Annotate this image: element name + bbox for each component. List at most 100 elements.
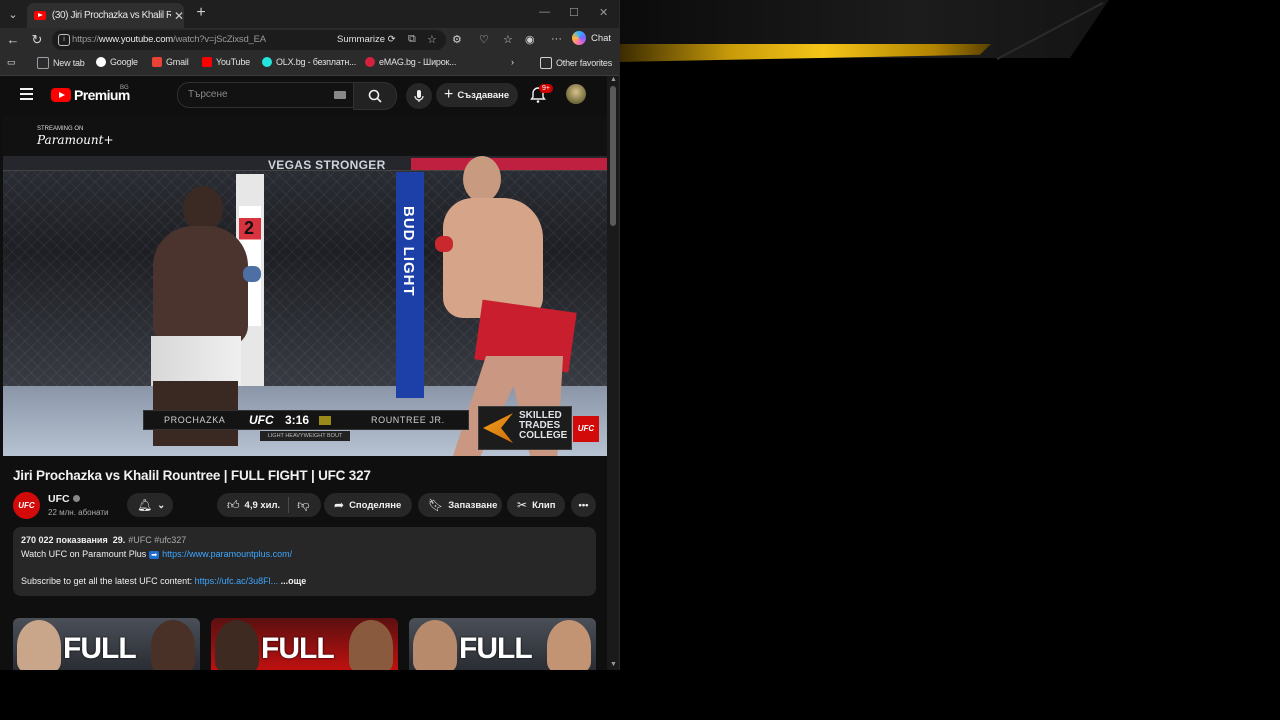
youtube-favicon-icon bbox=[34, 11, 46, 20]
subscription-bell-button[interactable]: 🔔︎ ⌄ bbox=[127, 493, 173, 517]
dislike-icon[interactable]: 👎︎ bbox=[297, 498, 309, 513]
show-more-button[interactable]: ...още bbox=[281, 576, 307, 586]
search-input[interactable]: Търсене bbox=[177, 82, 353, 108]
clip-button[interactable]: ✂ Клип bbox=[507, 493, 565, 517]
refresh-icon[interactable]: ↻ bbox=[29, 32, 45, 48]
favorite-star-icon[interactable]: ☆ bbox=[427, 33, 437, 46]
like-dislike-group: 👍︎ 4,9 хил. 👎︎ bbox=[217, 493, 321, 517]
bookmark-label: New tab bbox=[53, 58, 85, 68]
description-line: Subscribe to get all the latest UFC cont… bbox=[21, 576, 306, 586]
favorites-icon[interactable]: ☆ bbox=[503, 33, 513, 46]
channel-avatar[interactable]: UFC bbox=[13, 492, 40, 519]
search-button[interactable] bbox=[353, 82, 397, 110]
scroll-down-icon[interactable]: ▼ bbox=[610, 661, 617, 668]
share-button[interactable]: ➦ Споделяне bbox=[324, 493, 412, 517]
verified-icon bbox=[72, 495, 80, 502]
region-code: BG bbox=[120, 85, 129, 91]
bookmark-gmail[interactable]: Gmail bbox=[152, 57, 189, 67]
hashtags[interactable]: #UFC #ufc327 bbox=[128, 535, 186, 545]
gmail-icon bbox=[152, 57, 162, 67]
thumbnail-text: FULL bbox=[63, 632, 137, 665]
scrollbar-thumb[interactable] bbox=[610, 86, 616, 226]
tab-title: (30) Jiri Prochazka vs Khalil Rountree |… bbox=[51, 10, 171, 21]
recommended-video-thumbnail[interactable]: FULL bbox=[13, 618, 200, 670]
minimize-icon[interactable]: — bbox=[539, 6, 550, 18]
description-stats: 270 022 показвания 29. #UFC #ufc327 bbox=[21, 535, 186, 545]
sponsor-badge: SKILLED TRADES COLLEGE bbox=[478, 406, 572, 450]
arrow-right-icon: ➡ bbox=[149, 551, 160, 559]
scroll-up-icon[interactable]: ▲ bbox=[610, 76, 617, 83]
bookmark-label: YouTube bbox=[216, 57, 250, 67]
paramount-link[interactable]: https://www.paramountplus.com/ bbox=[162, 549, 292, 559]
sponsor-logo-icon bbox=[483, 413, 513, 443]
share-label: Споделяне bbox=[349, 499, 402, 511]
recommended-video-thumbnail[interactable]: FULL bbox=[409, 618, 596, 670]
like-count[interactable]: 4,9 хил. bbox=[245, 500, 281, 511]
scoreboard-fighter-2: ROUNTREE JR. bbox=[371, 415, 445, 425]
tab-actions-icon[interactable]: ▭ bbox=[7, 57, 16, 68]
thumbnail-text: FULL bbox=[261, 632, 335, 665]
tab-youtube[interactable]: (30) Jiri Prochazka vs Khalil Rountree |… bbox=[27, 3, 184, 28]
extensions-icon[interactable]: ⚙ bbox=[452, 33, 462, 46]
round-indicator bbox=[319, 415, 331, 425]
create-button[interactable]: + Създаване bbox=[436, 83, 518, 107]
bookmark-new-tab[interactable]: New tab bbox=[37, 57, 85, 69]
emag-icon bbox=[365, 57, 375, 67]
new-tab-icon[interactable]: + bbox=[193, 4, 209, 22]
save-button[interactable]: 🔖︎ Запазване bbox=[418, 493, 502, 517]
summarize-button[interactable]: Summarize ⟳ bbox=[337, 34, 396, 45]
profile-icon[interactable]: ◉ bbox=[525, 33, 535, 46]
tab-close-icon[interactable]: ✕ bbox=[174, 9, 184, 23]
fighter-face bbox=[215, 620, 259, 670]
bookmark-emag[interactable]: eMAG.bg - Широк... bbox=[365, 57, 456, 67]
more-menu-icon[interactable]: ··· bbox=[551, 33, 562, 45]
keyboard-icon[interactable] bbox=[334, 91, 346, 99]
share-icon: ➦ bbox=[334, 498, 345, 512]
save-label: Запазване bbox=[448, 499, 498, 511]
upload-date: 29. bbox=[112, 535, 126, 545]
bell-icon: 🔔︎ bbox=[137, 498, 153, 512]
menu-icon[interactable] bbox=[20, 88, 33, 103]
description-text: Subscribe to get all the latest UFC cont… bbox=[21, 576, 193, 586]
tab-actions-menu-icon[interactable]: ⌄ bbox=[4, 5, 22, 23]
bookmark-youtube[interactable]: YouTube bbox=[202, 57, 250, 67]
scoreboard-time: 3:16 bbox=[285, 413, 310, 427]
bookmark-label: Gmail bbox=[166, 57, 189, 67]
user-avatar[interactable] bbox=[566, 84, 586, 104]
sponsor-text: SKILLED TRADES COLLEGE bbox=[519, 410, 568, 441]
glove-icon bbox=[243, 266, 261, 282]
bookmark-google[interactable]: Google bbox=[96, 57, 138, 67]
video-banner-text: VEGAS STRONGER bbox=[268, 158, 386, 172]
address-bar[interactable]: i https://www.youtube.com/watch?v=jScZix… bbox=[52, 30, 446, 50]
cage-post-text: BUD LIGHT bbox=[400, 206, 417, 297]
close-window-icon[interactable]: ✕ bbox=[599, 6, 608, 19]
voice-search-button[interactable] bbox=[406, 83, 432, 109]
browser-toolbar: ← ↻ i https://www.youtube.com/watch?v=jS… bbox=[0, 28, 619, 52]
more-actions-button[interactable]: ••• bbox=[571, 493, 596, 517]
search-placeholder: Търсене bbox=[188, 89, 228, 100]
divider bbox=[288, 497, 290, 513]
channel-name[interactable]: UFC bbox=[48, 493, 80, 505]
back-icon[interactable]: ← bbox=[5, 32, 21, 48]
glove-icon bbox=[435, 236, 453, 252]
site-info-icon[interactable]: i bbox=[58, 34, 70, 46]
channel-subscribers: 22 млн. абонати bbox=[48, 508, 109, 517]
bookmark-olx[interactable]: OLX.bg - безплатн... bbox=[262, 57, 356, 67]
maximize-icon[interactable]: ☐ bbox=[569, 6, 579, 19]
other-favorites[interactable]: Other favorites bbox=[540, 57, 612, 69]
video-player[interactable]: VEGAS STRONGER 2 BUD LIGHT STREAMING ON … bbox=[3, 116, 607, 456]
browser-window: ⌄ (30) Jiri Prochazka vs Khalil Rountree… bbox=[0, 0, 620, 670]
like-icon[interactable]: 👍︎ bbox=[227, 498, 240, 513]
split-screen-icon[interactable]: ⧉ bbox=[408, 33, 416, 46]
youtube-logo[interactable]: Premium bbox=[51, 87, 130, 103]
description-text: Watch UFC on Paramount Plus bbox=[21, 549, 147, 559]
subscribe-link[interactable]: https://ufc.ac/3u8Fl... bbox=[195, 576, 279, 586]
description-box[interactable]: 270 022 показвания 29. #UFC #ufc327 Watch… bbox=[13, 527, 596, 596]
recommended-video-thumbnail[interactable]: FULL bbox=[211, 618, 398, 670]
page-scrollbar[interactable]: ▲ ▼ bbox=[607, 76, 619, 670]
other-favorites-label: Other favorites bbox=[556, 58, 613, 68]
bookmarks-overflow-icon[interactable]: › bbox=[511, 57, 514, 67]
browser-essentials-icon[interactable]: ♡ bbox=[479, 33, 489, 46]
streaming-label: STREAMING ON bbox=[37, 126, 84, 132]
copilot-chat-button[interactable]: Chat bbox=[572, 31, 611, 45]
